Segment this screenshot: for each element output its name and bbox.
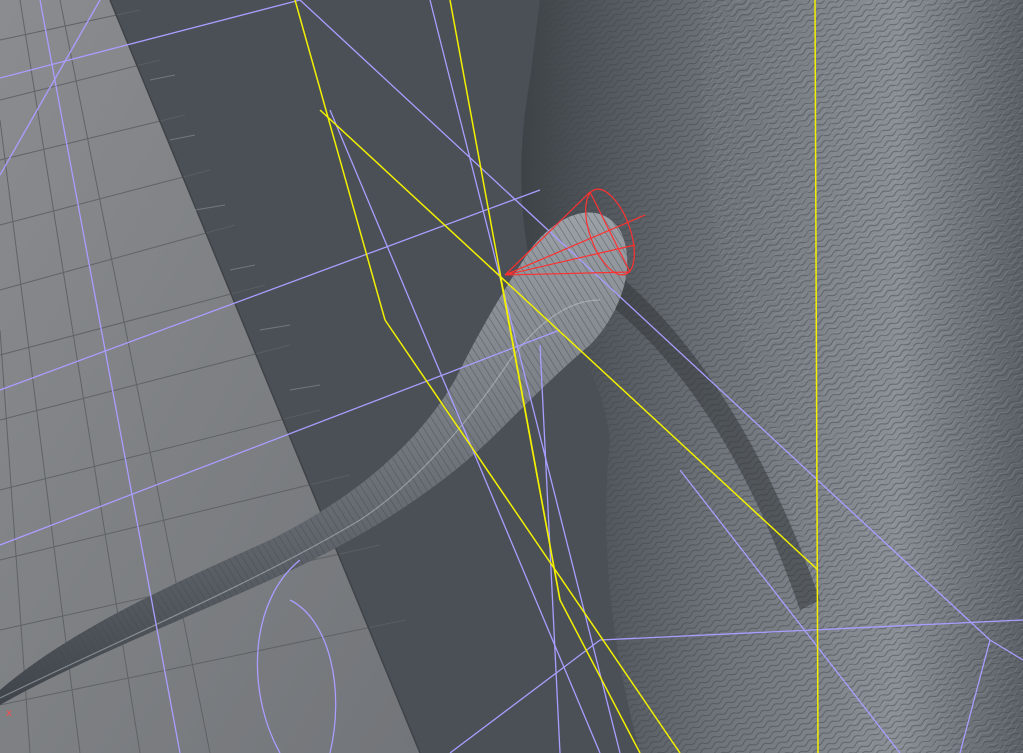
3d-viewport[interactable]: x (0, 0, 1023, 753)
viewport-canvas[interactable] (0, 0, 1023, 753)
